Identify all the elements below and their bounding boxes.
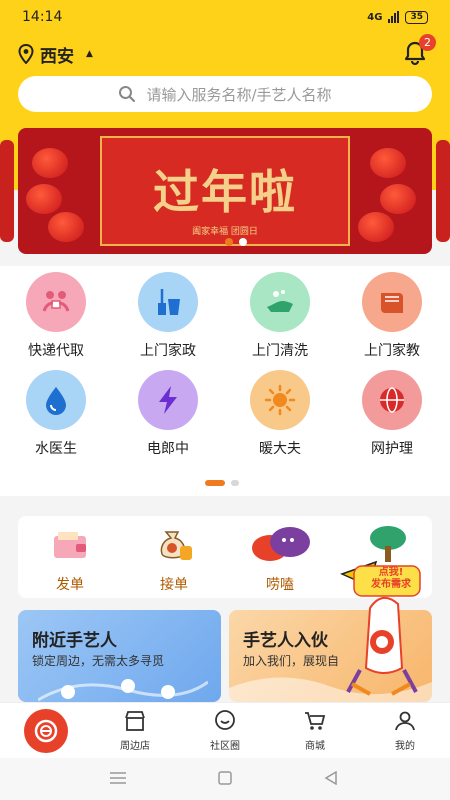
network-label: 4G (367, 11, 383, 23)
banner-next-peek (436, 140, 450, 242)
user-icon (395, 711, 415, 731)
signal-icon (388, 11, 400, 23)
accept-order-button[interactable]: 接单 (134, 522, 214, 594)
water-drop-icon (26, 370, 86, 430)
courier-handover-icon (26, 272, 86, 332)
lantern-icon (26, 184, 62, 214)
wallet-icon (54, 532, 86, 558)
lantern-icon (370, 148, 406, 178)
float-ad-line2: 发布需求 (371, 579, 411, 590)
card-title: 手艺人入伙 (243, 631, 328, 651)
back-icon[interactable] (324, 771, 338, 785)
grid-pager (205, 480, 239, 486)
tab-label: 商城 (305, 741, 325, 752)
tab-label: 我的 (395, 741, 415, 752)
float-ad-line1: 点我! (378, 567, 404, 578)
lantern-icon (32, 148, 68, 178)
tab-mall[interactable]: 商城 (280, 709, 350, 752)
service-label: 上门家政 (140, 343, 196, 359)
lantern-icon (380, 184, 416, 214)
service-item-tutoring[interactable]: 上门家教 (342, 272, 442, 360)
post-order-button[interactable]: 发单 (30, 522, 110, 594)
city-name: 西安 (40, 46, 74, 67)
tab-mine[interactable]: 我的 (370, 709, 440, 752)
quick-action-label: 唠嗑 (266, 577, 294, 593)
service-label: 快递代取 (28, 343, 84, 359)
service-item-water[interactable]: 水医生 (6, 370, 106, 458)
banner-title: 过年啦 (153, 165, 297, 219)
lantern-icon (48, 212, 84, 242)
service-grid: 快递代取 上门家政 上门清洗 上门家教 水医生 电郎中 暖大夫 网护理 (0, 266, 450, 496)
service-item-courier[interactable]: 快递代取 (6, 272, 106, 360)
chat-button[interactable]: 唠嗑 (240, 522, 320, 594)
search-placeholder: 请输入服务名称/手艺人名称 (146, 85, 332, 104)
service-item-electric[interactable]: 电郎中 (118, 370, 218, 458)
service-label: 电郎中 (147, 441, 189, 457)
card-subtitle: 锁定周边，无需太多寻觅 (32, 654, 165, 668)
top-bar: 西安 ▲ 2 (0, 34, 450, 72)
search-icon (119, 86, 136, 103)
service-item-housekeeping[interactable]: 上门家政 (118, 272, 218, 360)
money-bag-icon (160, 531, 192, 560)
service-label: 暖大夫 (259, 441, 301, 457)
card-title: 附近手艺人 (32, 631, 117, 651)
quick-action-label: 发单 (56, 577, 84, 593)
service-item-heating[interactable]: 暖大夫 (230, 370, 330, 458)
cleaning-supplies-icon (138, 272, 198, 332)
nearby-artisans-card[interactable]: 附近手艺人 锁定周边，无需太多寻觅 (18, 610, 221, 702)
system-nav-bar (0, 758, 450, 800)
tab-label: 周边店 (120, 741, 150, 752)
card-subtitle: 加入我们，展现自 (243, 654, 340, 668)
book-icon (362, 272, 422, 332)
banner-prev-peek (0, 140, 14, 242)
home-icon[interactable] (218, 771, 232, 785)
wash-hand-icon (250, 272, 310, 332)
lightning-icon (138, 370, 198, 430)
city-selector[interactable]: 西安 ▲ (18, 42, 93, 67)
banner-subtitle: 阖家幸福 团圆日 (192, 227, 258, 237)
promo-banner[interactable]: 过年啦 阖家幸福 团圆日 (18, 128, 432, 254)
service-item-washing[interactable]: 上门清洗 (230, 272, 330, 360)
map-illustration-icon (38, 679, 208, 702)
app-logo-icon (34, 719, 58, 743)
menu-icon[interactable] (110, 772, 126, 784)
service-label: 上门清洗 (252, 343, 308, 359)
publish-request-float[interactable]: 点我! 发布需求 (339, 560, 422, 700)
service-label: 上门家教 (364, 343, 420, 359)
chat-bubbles-icon (252, 527, 310, 561)
banner-frame: 过年啦 阖家幸福 团圆日 (100, 136, 350, 246)
cart-icon (305, 712, 326, 730)
globe-icon (362, 370, 422, 430)
status-time: 14:14 (22, 9, 63, 25)
location-pin-icon (18, 44, 34, 64)
bottom-tab-bar: 周边店 社区圈 商城 我的 (0, 702, 450, 758)
lantern-icon (358, 212, 394, 242)
caret-down-icon: ▲ (86, 49, 93, 59)
home-tab[interactable] (24, 709, 68, 753)
tab-nearby-shops[interactable]: 周边店 (100, 709, 170, 752)
service-label: 网护理 (371, 441, 413, 457)
tab-community[interactable]: 社区圈 (190, 709, 260, 752)
battery-icon: 35 (405, 10, 428, 24)
chat-icon (215, 710, 235, 730)
shop-icon (125, 711, 145, 731)
service-label: 水医生 (35, 441, 77, 457)
search-input[interactable]: 请输入服务名称/手艺人名称 (18, 76, 432, 112)
notification-button[interactable]: 2 (402, 34, 436, 66)
sun-icon (250, 370, 310, 430)
status-bar: 14:14 4G 35 (0, 0, 450, 34)
tab-label: 社区圈 (210, 741, 240, 752)
banner-pager (225, 238, 247, 246)
service-item-network[interactable]: 网护理 (342, 370, 442, 458)
notification-badge: 2 (419, 34, 436, 51)
quick-action-label: 接单 (160, 577, 188, 593)
status-icons: 4G 35 (367, 10, 428, 24)
